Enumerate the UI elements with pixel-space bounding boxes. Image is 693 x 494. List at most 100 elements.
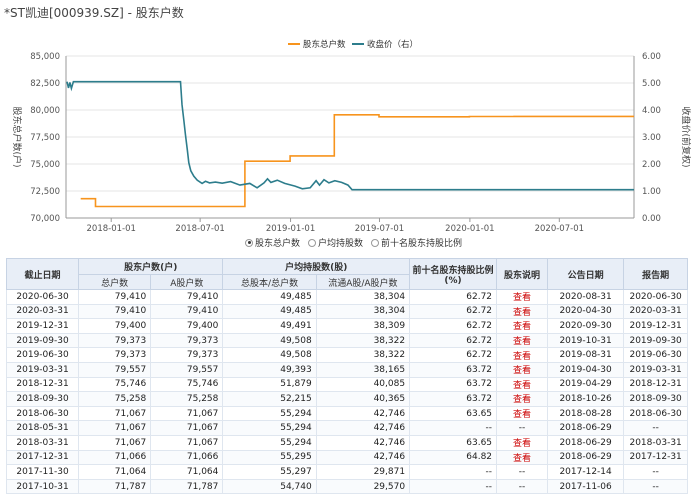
cell-float-per-holder: 42,746 [315, 405, 411, 422]
cell-end-date: 2020-03-31 [5, 303, 80, 320]
radio-avg-holding[interactable]: 户均持股数 [308, 236, 363, 249]
x-tick-label: 2020-01-01 [445, 224, 494, 234]
cell-total-holders: 75,746 [78, 376, 152, 393]
table-row: 2020-03-31 79,410 79,410 49,485 38,304 62.72 查… [5, 303, 688, 320]
cell-top10-ratio: 62.72 [409, 332, 498, 349]
cell-note-link[interactable]: 查看 [496, 434, 548, 451]
cell-end-date: 2018-05-31 [5, 420, 80, 436]
cell-end-date: 2018-06-30 [5, 405, 80, 422]
radio-top10-ratio[interactable]: 前十名股东持股比例 [371, 236, 462, 249]
table-row: 2018-03-31 71,067 71,067 55,294 42,746 63.65 查… [5, 434, 688, 451]
page-title: *ST凯迪[000939.SZ] - 股东户数 [4, 6, 184, 20]
table-row: 2019-09-30 79,373 79,373 49,508 38,322 62.72 查… [5, 332, 688, 349]
radio-dot [308, 238, 317, 247]
col-header-float-per-holder: 流通A股/A股户数 [315, 274, 411, 290]
col-header-announce-date: 公告日期 [546, 258, 625, 290]
cell-total-holders: 71,787 [78, 478, 152, 494]
cell-note-link[interactable]: 查看 [496, 405, 548, 422]
cell-shares-per-holder: 49,393 [222, 361, 317, 378]
x-tick-label: 2019-01-01 [266, 224, 315, 234]
cell-announce-date: 2017-11-06 [546, 478, 625, 494]
col-header-note: 股东说明 [496, 258, 548, 290]
cell-shares-per-holder: 55,294 [222, 420, 317, 436]
col-header-end-date: 截止日期 [5, 258, 80, 290]
cell-float-per-holder: 38,304 [315, 289, 411, 305]
radio-dot [371, 238, 380, 247]
cell-end-date: 2017-11-30 [5, 464, 80, 480]
table-row: 2018-12-31 75,746 75,746 51,879 40,085 63.72 查… [5, 376, 688, 393]
cell-top10-ratio: 62.72 [409, 289, 498, 305]
cell-note-link: -- [496, 478, 548, 494]
legend-label: 股东总户数 [303, 39, 346, 50]
cell-report-period: 2019-06-30 [623, 347, 688, 363]
cell-a-holders: 79,373 [150, 332, 224, 349]
cell-shares-per-holder: 55,297 [222, 464, 317, 480]
cell-announce-date: 2019-04-29 [546, 376, 625, 393]
cell-total-holders: 79,373 [78, 332, 152, 349]
y-tick-label: 72,500 [30, 187, 60, 197]
cell-end-date: 2017-12-31 [5, 449, 80, 466]
x-tick-label: 2018-07-01 [175, 224, 224, 234]
y2-tick-label: 0.00 [642, 214, 661, 224]
cell-a-holders: 71,067 [150, 434, 224, 451]
cell-total-holders: 71,067 [78, 420, 152, 436]
cell-end-date: 2017-10-31 [5, 478, 80, 494]
cell-a-holders: 71,064 [150, 464, 224, 480]
cell-report-period: -- [623, 464, 688, 480]
cell-a-holders: 79,373 [150, 347, 224, 363]
y-tick-label: 70,000 [30, 214, 60, 224]
cell-note-link: -- [496, 420, 548, 436]
y2-axis-title: 收盘价(前复权) [680, 106, 692, 167]
cell-announce-date: 2019-10-31 [546, 332, 625, 349]
col-header-shares-per-holder: 总股本/总户数 [222, 274, 317, 290]
cell-note-link[interactable]: 查看 [496, 391, 548, 407]
cell-shares-per-holder: 49,508 [222, 347, 317, 363]
cell-top10-ratio: 62.72 [409, 318, 498, 334]
radio-total-holders[interactable]: 股东总户数 [245, 236, 300, 249]
cell-note-link[interactable]: 查看 [496, 289, 548, 305]
series-line-holders [80, 114, 634, 208]
cell-note-link[interactable]: 查看 [496, 449, 548, 466]
cell-total-holders: 71,067 [78, 434, 152, 451]
cell-note-link[interactable]: 查看 [496, 361, 548, 378]
cell-report-period: 2017-12-31 [623, 449, 688, 466]
table-row: 2017-12-31 71,066 71,066 55,295 42,746 64.82 查… [5, 449, 688, 466]
cell-top10-ratio: -- [409, 420, 498, 436]
col-header-holders: 股东户数(户) [78, 258, 224, 275]
cell-top10-ratio: 63.65 [409, 434, 498, 451]
cell-float-per-holder: 29,570 [315, 478, 411, 494]
cell-a-holders: 79,410 [150, 303, 224, 320]
cell-a-holders: 79,557 [150, 361, 224, 378]
cell-a-holders: 71,067 [150, 405, 224, 422]
cell-shares-per-holder: 52,215 [222, 391, 317, 407]
cell-float-per-holder: 38,304 [315, 303, 411, 320]
table-row: 2018-05-31 71,067 71,067 55,294 42,746 -- -- 20… [5, 420, 688, 436]
cell-end-date: 2019-03-31 [5, 361, 80, 378]
cell-announce-date: 2019-04-30 [546, 361, 625, 378]
cell-note-link[interactable]: 查看 [496, 347, 548, 363]
cell-announce-date: 2018-08-28 [546, 405, 625, 422]
table-row: 2019-06-30 79,373 79,373 49,508 38,322 62.72 查… [5, 347, 688, 363]
cell-report-period: -- [623, 420, 688, 436]
cell-announce-date: 2018-06-29 [546, 434, 625, 451]
cell-report-period: 2018-12-31 [623, 376, 688, 393]
cell-shares-per-holder: 51,879 [222, 376, 317, 393]
cell-a-holders: 75,746 [150, 376, 224, 393]
y2-tick-label: 4.00 [642, 106, 661, 116]
cell-report-period: 2020-06-30 [623, 289, 688, 305]
cell-announce-date: 2019-08-31 [546, 347, 625, 363]
cell-end-date: 2020-06-30 [5, 289, 80, 305]
cell-top10-ratio: 63.72 [409, 361, 498, 378]
cell-top10-ratio: 63.72 [409, 391, 498, 407]
cell-note-link[interactable]: 查看 [496, 303, 548, 320]
y-tick-label: 77,500 [30, 133, 60, 143]
y2-tick-label: 3.00 [642, 133, 661, 143]
y2-tick-label: 1.00 [642, 187, 661, 197]
x-tick-label: 2019-07-01 [355, 224, 404, 234]
cell-shares-per-holder: 55,294 [222, 405, 317, 422]
cell-note-link[interactable]: 查看 [496, 332, 548, 349]
cell-note-link[interactable]: 查看 [496, 318, 548, 334]
cell-shares-per-holder: 49,491 [222, 318, 317, 334]
cell-top10-ratio: 62.72 [409, 303, 498, 320]
cell-note-link[interactable]: 查看 [496, 376, 548, 393]
